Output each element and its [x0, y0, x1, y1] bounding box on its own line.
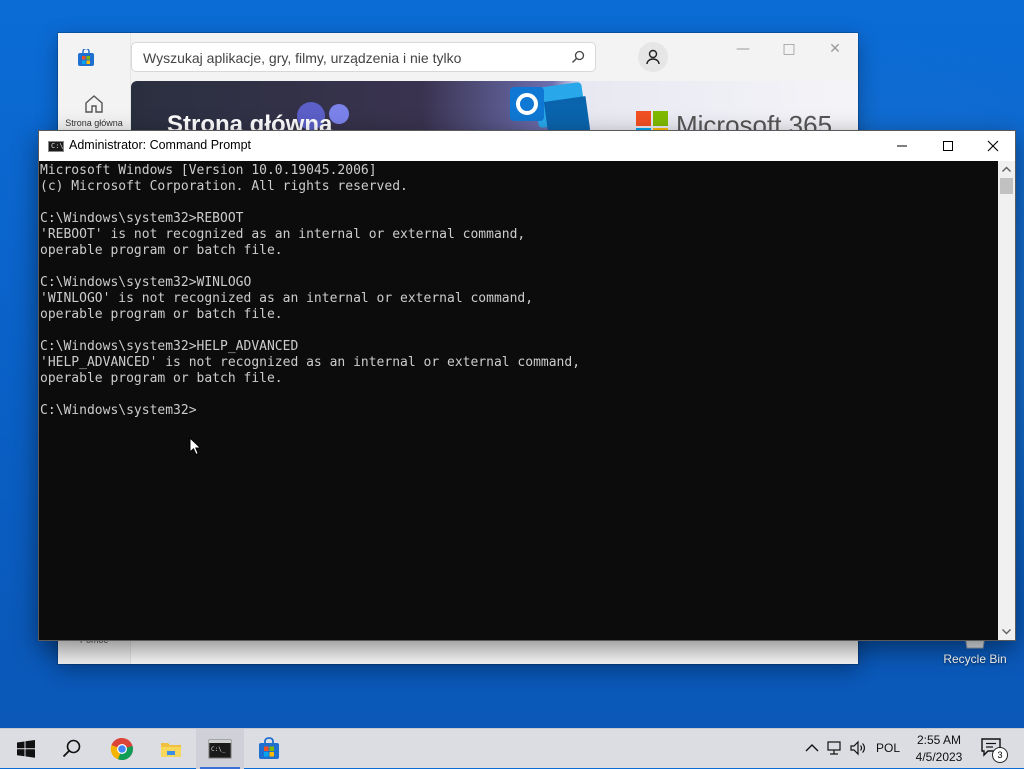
console-line: 'HELP_ADVANCED' is not recognized as an …	[40, 355, 581, 370]
chevron-up-icon[interactable]	[803, 739, 821, 757]
store-search-input[interactable]	[141, 43, 565, 73]
chrome-icon	[110, 737, 133, 761]
notification-count-badge: 3	[992, 747, 1008, 763]
svg-text:C:\_: C:\_	[211, 746, 226, 753]
clock-date: 4/5/2023	[915, 750, 963, 764]
cmd-vertical-scrollbar[interactable]	[998, 161, 1015, 640]
mouse-cursor-icon	[189, 437, 202, 456]
start-button[interactable]	[0, 729, 48, 769]
cmd-maximize-button[interactable]	[925, 131, 971, 161]
taskbar: C:\_ POL 2:55 AM 4/5/2023 3	[0, 728, 1024, 769]
action-center-button[interactable]: 3	[980, 737, 1008, 763]
close-icon	[987, 140, 999, 152]
minimize-icon	[897, 145, 907, 147]
taskbar-chrome[interactable]	[98, 729, 146, 769]
console-line: operable program or batch file.	[40, 307, 283, 322]
search-icon[interactable]	[571, 50, 585, 64]
cmd-titlebar[interactable]: C:\ Administrator: Command Prompt	[39, 131, 1015, 161]
console-line: 'WINLOGO' is not recognized as an intern…	[40, 291, 534, 306]
input-language-indicator[interactable]: POL	[876, 741, 900, 755]
cmd-app-icon[interactable]: C:\	[48, 141, 64, 152]
cmd-close-button[interactable]	[970, 131, 1016, 161]
taskbar-file-explorer[interactable]	[147, 729, 195, 769]
taskbar-command-prompt[interactable]: C:\_	[196, 729, 244, 769]
console-line: C:\Windows\system32>REBOOT	[40, 211, 244, 226]
chevron-down-icon	[1002, 629, 1011, 635]
console-line: 'REBOOT' is not recognized as an interna…	[40, 227, 526, 242]
console-line: C:\Windows\system32>WINLOGO	[40, 275, 252, 290]
store-close-button[interactable]: ✕	[815, 39, 855, 59]
store-maximize-button[interactable]: □	[769, 39, 809, 59]
user-icon	[646, 49, 660, 65]
terminal-icon: C:\_	[208, 739, 232, 759]
store-bag-icon	[259, 737, 279, 759]
store-search-box[interactable]	[131, 42, 596, 73]
close-icon: ✕	[829, 41, 841, 57]
taskbar-clock[interactable]: 2:55 AM 4/5/2023	[910, 732, 968, 766]
volume-icon[interactable]	[849, 739, 867, 757]
console-line: operable program or batch file.	[40, 243, 283, 258]
console-line: C:\Windows\system32>HELP_ADVANCED	[40, 339, 299, 354]
taskbar-microsoft-store[interactable]	[245, 729, 293, 769]
command-prompt-window[interactable]: C:\ Administrator: Command Prompt Micros…	[38, 130, 1016, 641]
cmd-minimize-button[interactable]	[879, 131, 925, 161]
scroll-up-button[interactable]	[998, 161, 1015, 178]
clock-time: 2:55 AM	[916, 733, 962, 747]
chevron-up-icon	[1002, 166, 1011, 172]
store-home-label: Strona główna	[65, 118, 123, 128]
network-icon[interactable]	[826, 739, 844, 757]
console-line: C:\Windows\system32>	[40, 403, 197, 418]
console-line: operable program or batch file.	[40, 371, 283, 386]
console-line: Microsoft Windows [Version 10.0.19045.20…	[40, 163, 377, 178]
cmd-console-output[interactable]: Microsoft Windows [Version 10.0.19045.20…	[39, 161, 999, 640]
maximize-icon	[943, 141, 953, 151]
maximize-icon: □	[782, 41, 796, 57]
folder-icon	[161, 743, 181, 757]
taskbar-search-button[interactable]	[48, 729, 96, 769]
home-icon	[85, 95, 103, 113]
scroll-thumb[interactable]	[1000, 178, 1013, 194]
search-icon	[62, 739, 81, 758]
recycle-bin-label: Recycle Bin	[943, 652, 1007, 666]
store-account-button[interactable]	[638, 42, 668, 72]
windows-logo-icon	[17, 740, 35, 758]
scroll-down-button[interactable]	[998, 623, 1015, 640]
console-line: (c) Microsoft Corporation. All rights re…	[40, 179, 408, 194]
store-minimize-button[interactable]: —	[723, 39, 763, 59]
minimize-icon: —	[736, 41, 750, 57]
store-logo-icon	[78, 49, 94, 66]
cmd-window-title: Administrator: Command Prompt	[69, 138, 252, 152]
